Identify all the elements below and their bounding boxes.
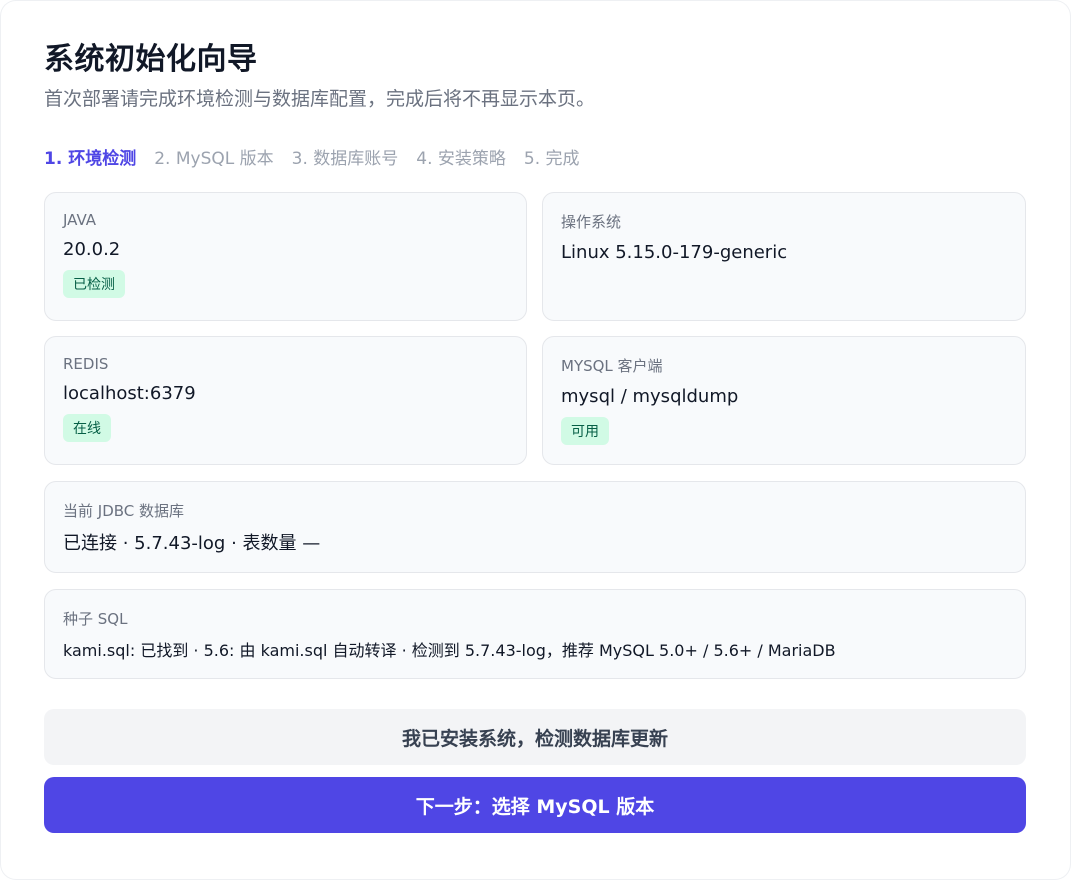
os-value: Linux 5.15.0-179-generic xyxy=(561,242,788,263)
java-label: JAVA xyxy=(63,211,97,229)
mysql-client-value: mysql / mysqldump xyxy=(561,386,739,407)
redis-address: localhost:6379 xyxy=(63,383,196,404)
jdbc-label: 当前 JDBC 数据库 xyxy=(63,502,185,520)
java-status-badge: 已检测 xyxy=(63,270,125,298)
step-env-check[interactable]: 1. 环境检测 xyxy=(44,144,136,169)
step-finish[interactable]: 5. 完成 xyxy=(524,144,580,169)
mysql-client-status-badge: 可用 xyxy=(561,417,609,445)
seed-sql-label: 种子 SQL xyxy=(63,610,128,628)
step-mysql-version[interactable]: 2. MySQL 版本 xyxy=(154,144,273,169)
setup-wizard-card: 系统初始化向导 首次部署请完成环境检测与数据库配置，完成后将不再显示本页。 1.… xyxy=(0,0,1071,880)
next-step-button[interactable]: 下一步：选择 MySQL 版本 xyxy=(44,777,1026,833)
java-info-card: JAVA 20.0.2 已检测 xyxy=(44,192,527,321)
os-label: 操作系统 xyxy=(561,213,622,231)
jdbc-info-card: 当前 JDBC 数据库 已连接 · 5.7.43-log · 表数量 — xyxy=(44,481,1026,573)
redis-info-card: REDIS localhost:6379 在线 xyxy=(44,336,527,465)
jdbc-status: 已连接 · 5.7.43-log · 表数量 — xyxy=(63,533,321,554)
redis-status-badge: 在线 xyxy=(63,414,111,442)
page-title: 系统初始化向导 xyxy=(44,42,258,77)
os-info-card: 操作系统 Linux 5.15.0-179-generic xyxy=(542,192,1026,321)
java-version: 20.0.2 xyxy=(63,239,121,260)
detect-db-update-button[interactable]: 我已安装系统，检测数据库更新 xyxy=(44,709,1026,765)
mysql-client-info-card: MYSQL 客户端 mysql / mysqldump 可用 xyxy=(542,336,1026,465)
seed-sql-status: kami.sql: 已找到 · 5.6: 由 kami.sql 自动转译 · 检… xyxy=(63,641,836,660)
mysql-client-label: MYSQL 客户端 xyxy=(561,357,663,375)
step-db-account[interactable]: 3. 数据库账号 xyxy=(292,144,399,169)
page-subtitle: 首次部署请完成环境检测与数据库配置，完成后将不再显示本页。 xyxy=(44,88,596,110)
wizard-steps: 1. 环境检测 2. MySQL 版本 3. 数据库账号 4. 安装策略 5. … xyxy=(44,144,598,169)
redis-label: REDIS xyxy=(63,355,109,373)
step-install-strategy[interactable]: 4. 安装策略 xyxy=(416,144,506,169)
seed-sql-info-card: 种子 SQL kami.sql: 已找到 · 5.6: 由 kami.sql 自… xyxy=(44,589,1026,679)
